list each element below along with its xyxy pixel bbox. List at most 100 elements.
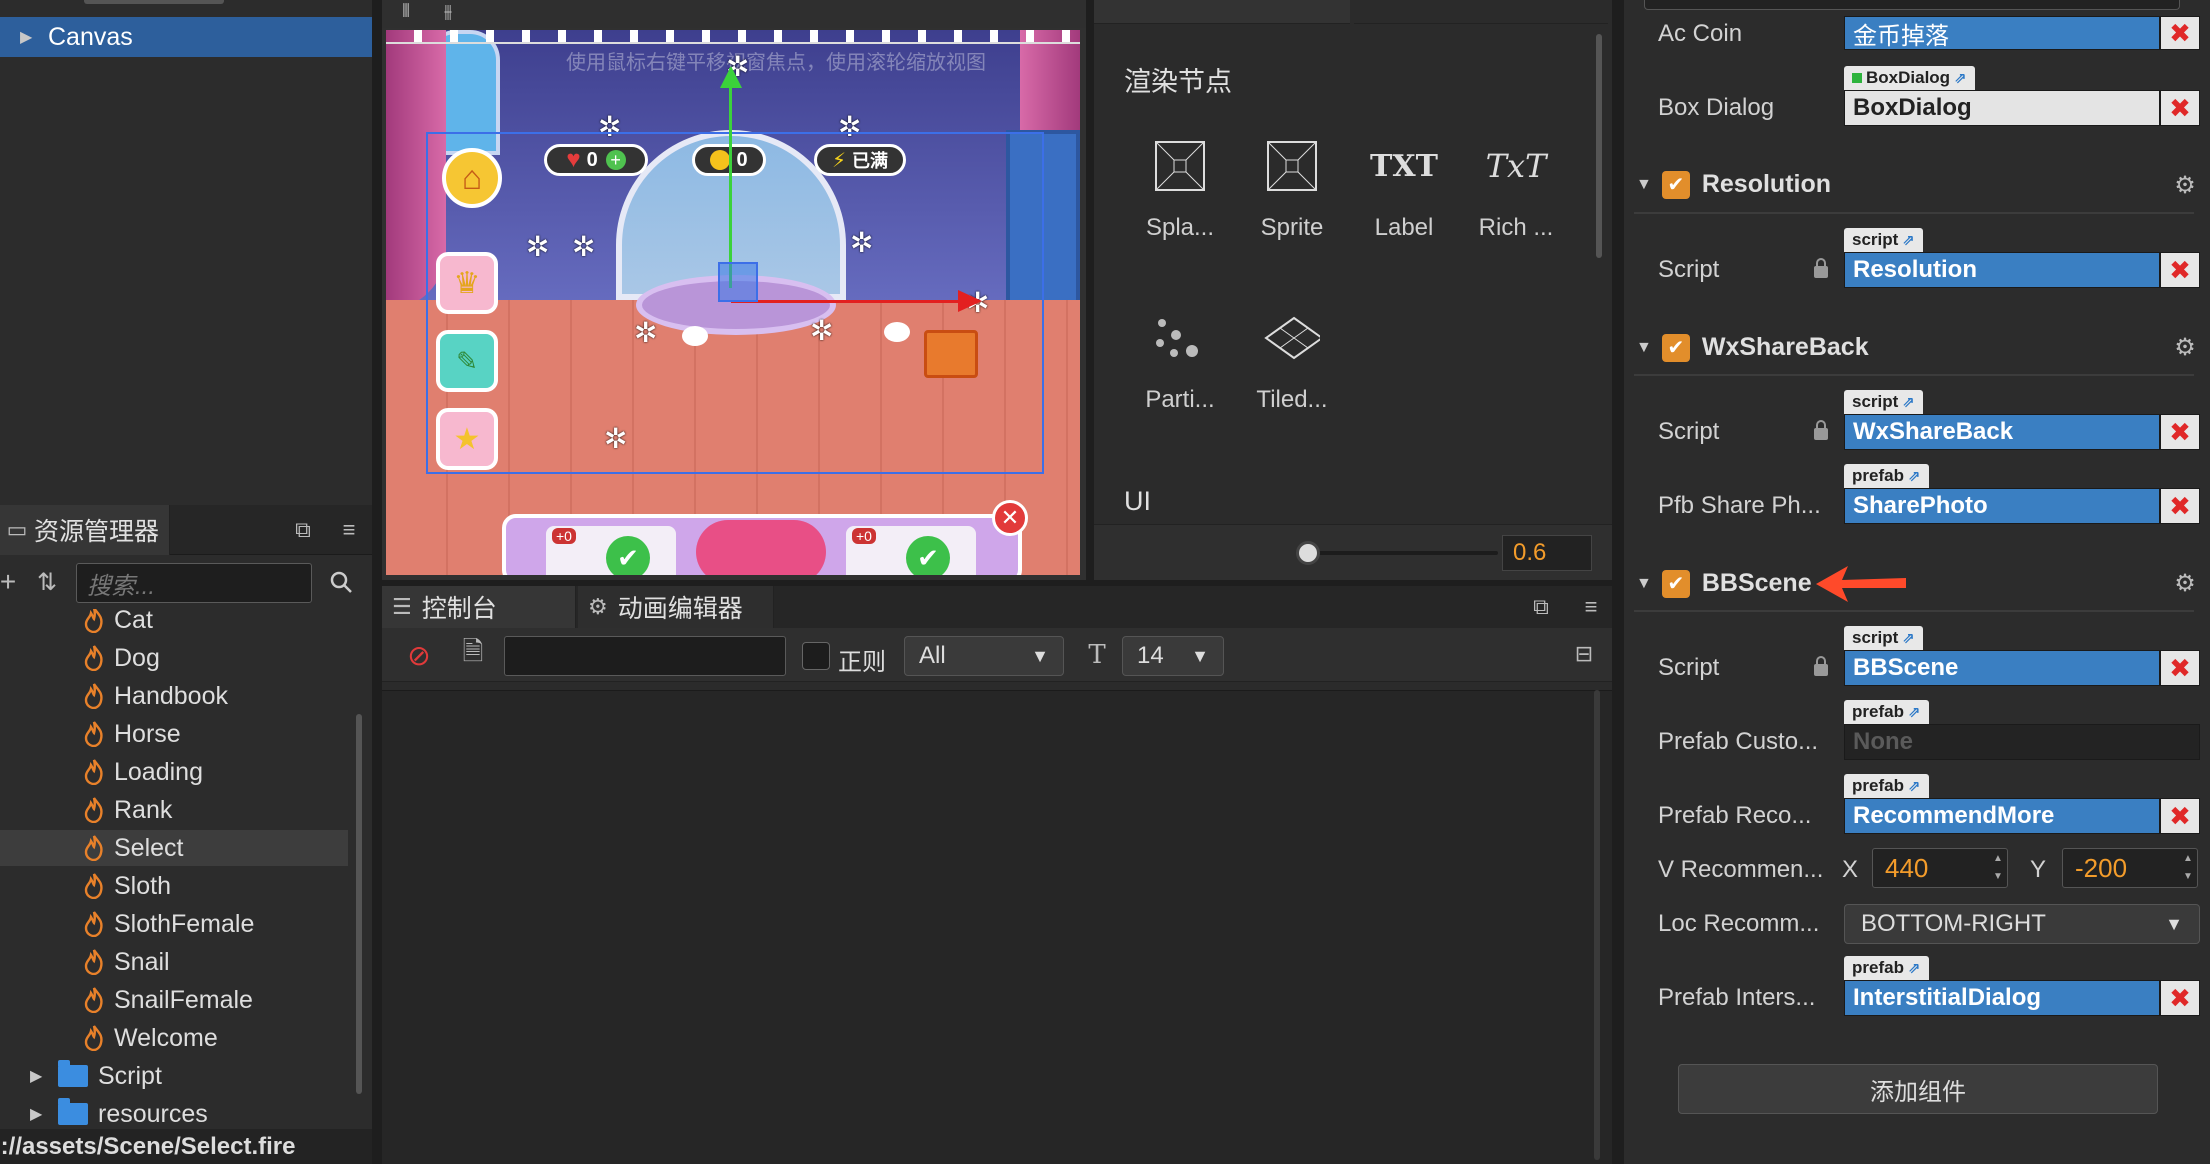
x-stepper[interactable]: ▲ ▼ [1990,850,2006,886]
remove-icon[interactable]: ✖ [2160,650,2200,686]
wxshareback-script-field[interactable]: WxShareBack [1844,414,2160,450]
clear-console-icon[interactable]: ⊘ [404,640,434,671]
asset-item[interactable]: SnailFemale [84,981,253,1019]
gizmo-x-arrow[interactable] [958,290,982,312]
bbscene-component-header[interactable]: ▼ ✔ BBScene [1636,569,1812,598]
asset-search-input[interactable]: 搜索... [76,563,312,603]
scene-bottom-slot[interactable]: +0 ✔ [546,526,676,575]
enable-checkbox[interactable]: ✔ [1661,569,1690,598]
asset-folder[interactable]: ▶ resources [30,1095,208,1129]
node-particle[interactable]: Parti... [1130,310,1230,414]
wxshareback-component-header[interactable]: ▼ ✔ WxShareBack [1636,333,1869,362]
collapse-arrow-icon[interactable]: ▼ [1636,339,1652,357]
regex-checkbox[interactable] [802,642,830,670]
box-dialog-field[interactable]: BoxDialog [1844,90,2160,126]
menu-icon[interactable]: ≡ [336,517,362,543]
gizmo-y-arrow[interactable] [720,66,742,88]
tab-console[interactable]: ☰ 控制台 [382,586,576,628]
asset-item[interactable]: Sloth [84,867,171,905]
asset-item[interactable]: Snail [84,943,170,981]
x-value-input[interactable]: 440 [1872,848,2008,888]
library-tab-left[interactable] [1094,0,1350,24]
hierarchy-row-canvas[interactable]: ▶ Canvas [0,17,372,57]
settings-gear-icon[interactable]: ⚙ [2172,570,2198,597]
node-splash[interactable]: Spla... [1130,138,1230,242]
gizmo-center[interactable] [718,262,758,302]
sort-icon[interactable]: ⇅ [32,567,62,597]
expand-arrow-icon[interactable]: ▶ [20,27,38,47]
library-scrollbar[interactable] [1596,34,1602,258]
pfb-share-field[interactable]: SharePhoto [1844,488,2160,524]
link-icon[interactable]: ⇗ [1908,959,1921,977]
ac-coin-field[interactable]: 金币掉落 [1844,16,2160,50]
assets-scrollbar[interactable] [356,714,362,1094]
gizmo-y-axis[interactable] [729,68,732,288]
inspector-top-field[interactable] [1644,0,2180,10]
resolution-component-header[interactable]: ▼ ✔ Resolution [1636,170,1831,199]
node-tiledmap[interactable]: Tiled... [1242,310,1342,414]
zoom-slider-handle[interactable] [1296,541,1320,565]
console-filter-input[interactable] [504,636,786,676]
node-sprite[interactable]: Sprite [1242,138,1342,242]
tab-assets[interactable]: ▭ 资源管理器 [0,505,170,555]
asset-item[interactable]: Horse [84,715,181,753]
distribute-icon[interactable]: ⫵ [436,0,460,22]
remove-icon[interactable]: ✖ [2160,252,2200,288]
y-value-input[interactable]: -200 [2062,848,2198,888]
remove-icon[interactable]: ✖ [2160,16,2200,50]
log-file-icon[interactable]: 🗎 [458,636,488,670]
collapse-arrow-icon[interactable]: ▼ [1636,575,1652,593]
enable-checkbox[interactable]: ✔ [1661,333,1690,362]
asset-item[interactable]: Welcome [84,1019,218,1057]
expand-arrow-icon[interactable]: ▶ [30,1104,48,1124]
y-stepper[interactable]: ▲ ▼ [2180,850,2196,886]
gizmo-x-axis[interactable] [731,300,963,303]
library-tab-right[interactable] [1354,0,1608,24]
remove-icon[interactable]: ✖ [2160,90,2200,126]
font-size-select[interactable]: 14 ▼ [1122,636,1224,676]
link-icon[interactable]: ⇗ [1908,703,1921,721]
scene-library-divider[interactable] [1086,0,1094,580]
inspector-divider[interactable] [1612,0,1624,1164]
asset-item[interactable]: Cat [84,609,153,639]
enable-checkbox[interactable]: ✔ [1661,170,1690,199]
menu-icon[interactable]: ≡ [1578,594,1604,620]
loc-recommend-select[interactable]: BOTTOM-RIGHT ▼ [1844,904,2200,944]
link-icon[interactable]: ⇗ [1902,393,1915,411]
remove-icon[interactable]: ✖ [2160,488,2200,524]
expand-arrow-icon[interactable]: ▶ [30,1066,48,1086]
prefab-recommend-field[interactable]: RecommendMore [1844,798,2160,834]
prefab-custom-field[interactable]: None [1844,724,2200,760]
resolution-script-field[interactable]: Resolution [1844,252,2160,288]
tab-animation-editor[interactable]: ⚙ 动画编辑器 [578,586,774,628]
link-icon[interactable]: ⇗ [1902,231,1915,249]
search-icon[interactable] [326,567,356,597]
asset-item[interactable]: Loading [84,753,203,791]
zoom-slider-track[interactable] [1308,551,1498,555]
asset-item[interactable]: Rank [84,791,172,829]
asset-item[interactable]: Dog [84,639,160,677]
link-icon[interactable]: ⇗ [1954,69,1967,87]
remove-icon[interactable]: ✖ [2160,414,2200,450]
bbscene-script-field[interactable]: BBScene [1844,650,2160,686]
asset-item[interactable]: Select [84,829,183,867]
left-divider[interactable] [372,0,382,1164]
align-icon[interactable]: ⫴ [394,0,418,22]
asset-item[interactable]: Handbook [84,677,228,715]
remove-icon[interactable]: ✖ [2160,980,2200,1016]
scene-bottom-center[interactable] [696,520,826,575]
settings-gear-icon[interactable]: ⚙ [2172,172,2198,199]
asset-folder[interactable]: ▶ Script [30,1057,162,1095]
link-icon[interactable]: ⇗ [1908,777,1921,795]
zoom-value-field[interactable]: 0.6 [1502,535,1592,571]
console-output[interactable] [382,690,1612,1164]
asset-item[interactable]: SlothFemale [84,905,254,943]
link-icon[interactable]: ⇗ [1908,467,1921,485]
prefab-interstitial-field[interactable]: InterstitialDialog [1844,980,2160,1016]
link-icon[interactable]: ⇗ [1902,629,1915,647]
popout-icon[interactable]: ⧉ [1528,594,1554,620]
game-viewport[interactable]: 使用鼠标右键平移视窗焦点，使用滚轮缩放视图 ⌂ ♥ 0 + 0 ⚡ 已满 ♛ ✎… [386,30,1080,575]
close-icon[interactable]: ✕ [992,500,1028,536]
collapse-icon[interactable]: ⊟ [1570,640,1598,668]
node-label-item[interactable]: TXT Label [1354,138,1454,242]
